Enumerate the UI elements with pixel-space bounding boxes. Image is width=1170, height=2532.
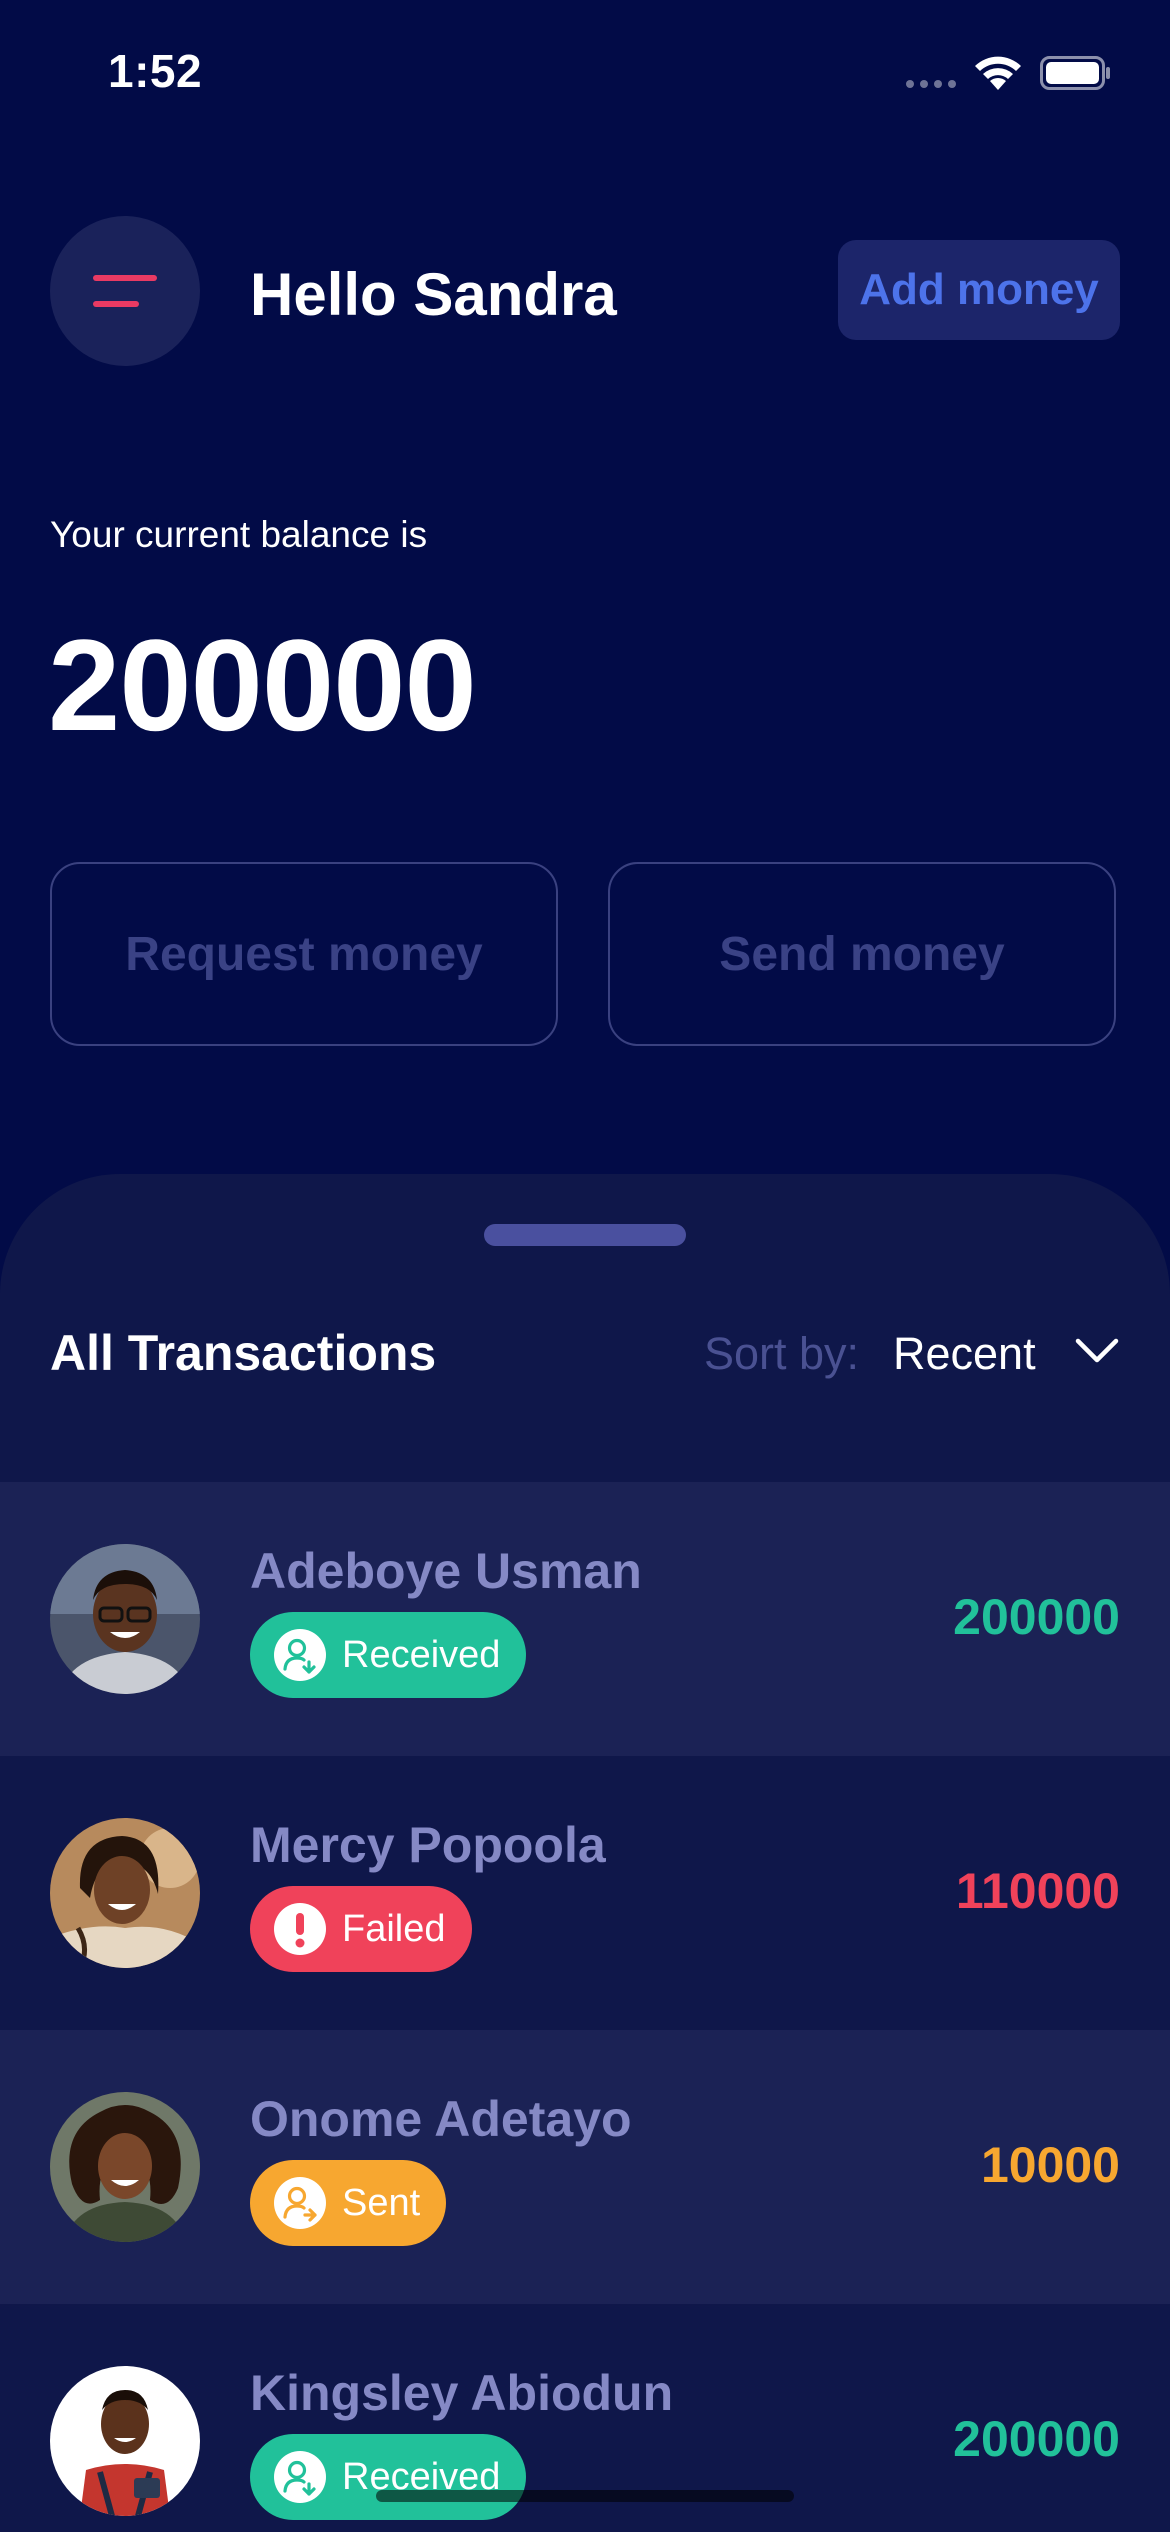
request-money-button[interactable]: Request money — [50, 862, 558, 1046]
status-badge: Received — [250, 1612, 527, 1698]
status-label: Received — [342, 1633, 501, 1676]
user-sent-icon — [274, 2177, 326, 2229]
greeting: Hello Sandra — [250, 261, 617, 328]
avatar — [50, 2366, 200, 2516]
transaction-amount: 200000 — [953, 1589, 1120, 1645]
transaction-name: Adeboye Usman — [250, 1543, 642, 1599]
menu-icon — [93, 275, 157, 307]
chevron-down-icon[interactable] — [1074, 1336, 1120, 1366]
transaction-amount: 110000 — [955, 1863, 1120, 1919]
status-badge: Failed — [250, 1886, 472, 1972]
status-bar: 1:52 — [0, 0, 1170, 140]
transaction-row[interactable]: Adeboye Usman Received 200000 — [0, 1482, 1170, 1756]
transaction-name: Onome Adetayo — [250, 2091, 632, 2147]
avatar — [50, 2092, 200, 2242]
transactions-sheet: All Transactions Sort by: Recent Adeboye… — [0, 1174, 1170, 2532]
transaction-name: Mercy Popoola — [250, 1817, 606, 1873]
transaction-name: Kingsley Abiodun — [250, 2365, 674, 2421]
send-money-button[interactable]: Send money — [608, 862, 1116, 1046]
wifi-icon — [975, 56, 1021, 90]
transaction-row[interactable]: Onome Adetayo Sent 10000 — [0, 2030, 1170, 2304]
transactions-title: All Transactions — [50, 1325, 437, 1381]
user-received-icon — [274, 1629, 326, 1681]
sort-dropdown[interactable]: Recent — [893, 1328, 1036, 1380]
signal-icon — [906, 80, 956, 88]
battery-icon — [1040, 56, 1110, 90]
add-money-button[interactable]: Add money — [838, 240, 1120, 340]
menu-button[interactable] — [50, 216, 200, 366]
avatar — [50, 1544, 200, 1694]
status-time: 1:52 — [108, 45, 203, 97]
header: Hello Sandra Add money — [0, 210, 1170, 370]
status-badge: Sent — [250, 2160, 447, 2246]
alert-icon — [274, 1903, 326, 1955]
sheet-handle[interactable] — [484, 1224, 686, 1246]
user-received-icon — [274, 2451, 326, 2503]
balance-value: 200000 — [48, 612, 477, 758]
sort-label: Sort by: — [704, 1328, 860, 1379]
status-label: Failed — [342, 1907, 446, 1950]
balance-caption: Your current balance is — [50, 514, 428, 555]
avatar — [50, 1818, 200, 1968]
status-label: Sent — [342, 2181, 421, 2224]
transaction-amount: 10000 — [980, 2137, 1120, 2193]
transaction-row[interactable]: Mercy Popoola Failed 110000 — [0, 1756, 1170, 2030]
transaction-amount: 200000 — [953, 2411, 1120, 2467]
status-badge: Received — [250, 2434, 527, 2520]
home-indicator[interactable] — [376, 2490, 794, 2502]
